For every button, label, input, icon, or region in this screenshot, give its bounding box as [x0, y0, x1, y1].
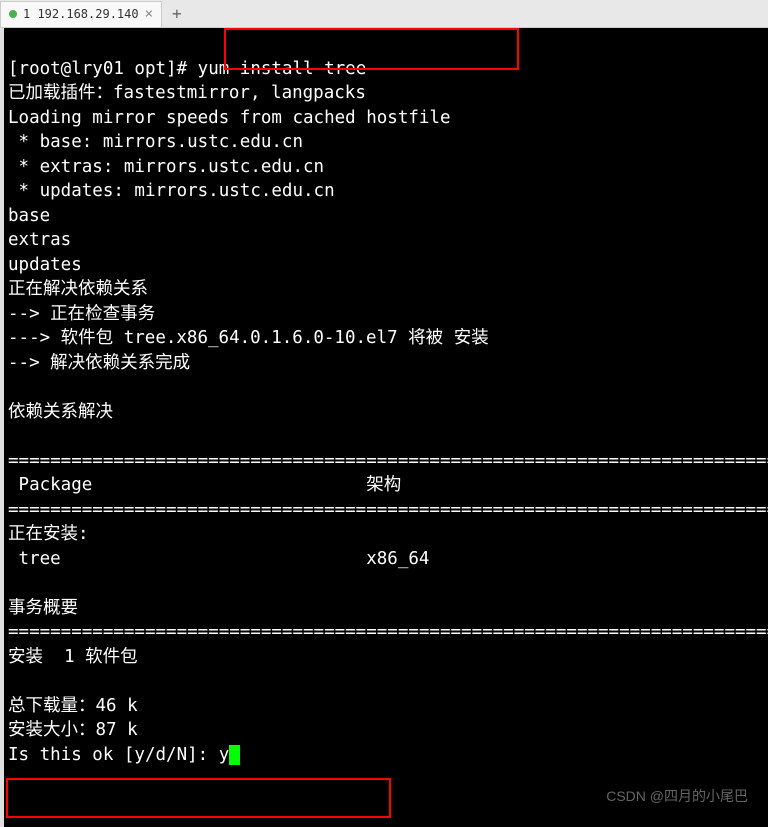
output-line: 正在解决依赖关系: [8, 279, 148, 299]
output-line: base: [8, 206, 50, 226]
separator-line: ========================================…: [8, 451, 768, 471]
output-line: Loading mirror speeds from cached hostfi…: [8, 108, 451, 128]
cursor-icon: [229, 745, 240, 765]
shell-prompt: [root@lry01 opt]#: [8, 59, 198, 79]
output-line: updates: [8, 255, 82, 275]
add-tab-button[interactable]: +: [162, 4, 192, 23]
table-header-package: Package: [8, 475, 92, 495]
output-line: 安装大小：87 k: [8, 720, 138, 740]
output-line: 总下载量：46 k: [8, 696, 138, 716]
output-line: * base: mirrors.ustc.edu.cn: [8, 132, 303, 152]
separator-line: ========================================…: [8, 500, 768, 520]
package-arch: x86_64: [366, 549, 429, 569]
close-icon[interactable]: ×: [145, 6, 153, 22]
output-line: 已加载插件：fastestmirror, langpacks: [8, 83, 366, 103]
command-text: yum install tree: [198, 59, 367, 79]
terminal-tab[interactable]: 1 192.168.29.140 ×: [0, 1, 162, 27]
separator-line: ========================================…: [8, 622, 768, 642]
output-line: ---> 软件包 tree.x86_64.0.1.6.0-10.el7 将被 安…: [8, 328, 489, 348]
table-header-arch: 架构: [366, 475, 401, 495]
output-line: 事务概要: [8, 598, 78, 618]
status-dot-icon: [9, 10, 17, 18]
tab-bar: 1 192.168.29.140 × +: [0, 0, 768, 28]
package-name: tree: [8, 549, 61, 569]
annotation-box: [6, 778, 391, 818]
user-input[interactable]: y: [219, 745, 230, 765]
output-line: extras: [8, 230, 71, 250]
output-line: * updates: mirrors.ustc.edu.cn: [8, 181, 335, 201]
output-line: --> 解决依赖关系完成: [8, 353, 190, 373]
output-line: 依赖关系解决: [8, 402, 113, 422]
tab-title: 1 192.168.29.140: [23, 7, 139, 21]
confirm-prompt: Is this ok [y/d/N]:: [8, 745, 219, 765]
terminal-output[interactable]: [root@lry01 opt]# yum install tree 已加载插件…: [0, 28, 768, 827]
output-line: * extras: mirrors.ustc.edu.cn: [8, 157, 324, 177]
watermark-text: CSDN @四月的小尾巴: [606, 787, 748, 807]
output-line: 安装 1 软件包: [8, 647, 138, 667]
output-line: --> 正在检查事务: [8, 304, 155, 324]
output-line: 正在安装:: [8, 524, 89, 544]
